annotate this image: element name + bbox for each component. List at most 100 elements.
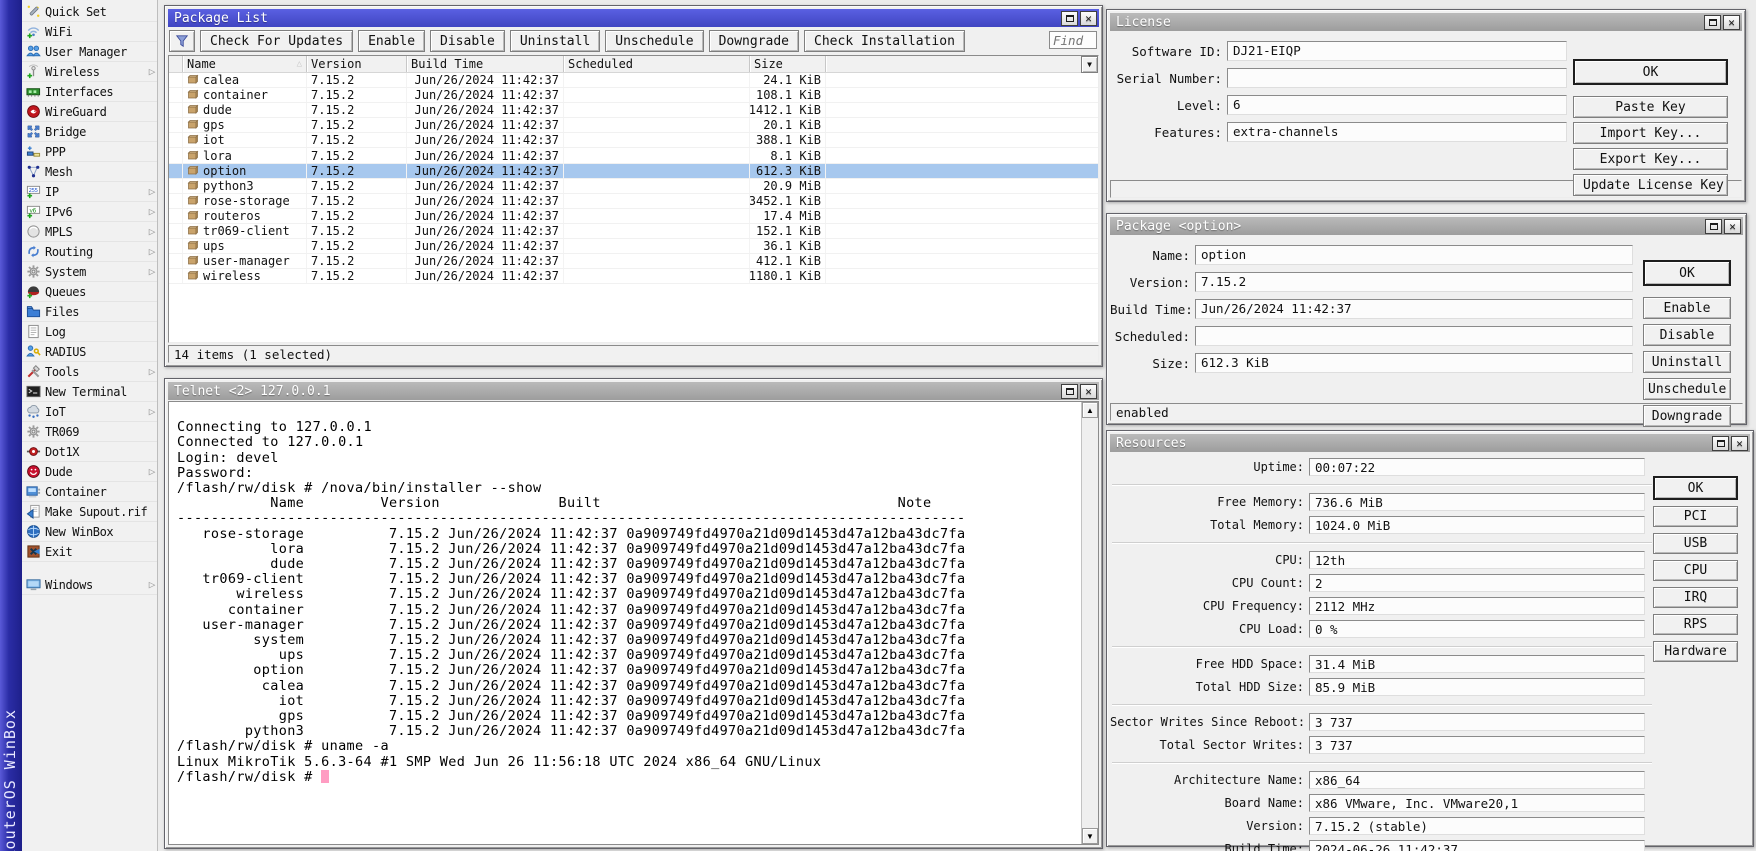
enable-button[interactable]: Enable	[358, 30, 425, 52]
version-field[interactable]: 7.15.2	[1195, 272, 1633, 292]
paste-key-button[interactable]: Paste Key	[1573, 96, 1728, 118]
unschedule-button[interactable]: Unschedule	[1643, 378, 1731, 400]
scroll-up-button[interactable]: ▲	[1082, 402, 1098, 418]
total-hdd-size-field[interactable]: 85.9 MiB	[1309, 678, 1645, 696]
cpu-button[interactable]: CPU	[1653, 560, 1738, 581]
irq-button[interactable]: IRQ	[1653, 587, 1738, 608]
terminal-output[interactable]: Connecting to 127.0.0.1 Connected to 127…	[169, 402, 1081, 844]
maximize-button[interactable]	[1061, 11, 1078, 26]
table-row[interactable]: routeros7.15.2Jun/26/2024 11:42:3717.4 M…	[169, 209, 1098, 224]
column-header-scheduled[interactable]: Scheduled	[564, 56, 750, 72]
sidebar-item-mpls[interactable]: MPLS▷	[22, 222, 157, 242]
sidebar-item-exit[interactable]: Exit	[22, 542, 157, 562]
sidebar-item-routing[interactable]: Routing▷	[22, 242, 157, 262]
table-row[interactable]: calea7.15.2Jun/26/2024 11:42:3724.1 KiB	[169, 73, 1098, 88]
sidebar-item-radius[interactable]: RADIUS	[22, 342, 157, 362]
version-field[interactable]: 7.15.2 (stable)	[1309, 817, 1645, 835]
maximize-button[interactable]	[1704, 15, 1721, 30]
build-time-field[interactable]: Jun/26/2024 11:42:37	[1195, 299, 1633, 319]
free-hdd-space-field[interactable]: 31.4 MiB	[1309, 655, 1645, 673]
level-field[interactable]: 6	[1227, 95, 1567, 115]
scheduled-field[interactable]	[1195, 326, 1633, 346]
sidebar-item-new-winbox[interactable]: New WinBox	[22, 522, 157, 542]
ok-button[interactable]: OK	[1573, 59, 1728, 85]
import-key-button[interactable]: Import Key...	[1573, 122, 1728, 144]
uptime-field[interactable]: 00:07:22	[1309, 458, 1645, 476]
table-row[interactable]: rose-storage7.15.2Jun/26/2024 11:42:3734…	[169, 194, 1098, 209]
hardware-button[interactable]: Hardware	[1653, 641, 1738, 662]
table-row[interactable]: tr069-client7.15.2Jun/26/2024 11:42:3715…	[169, 224, 1098, 239]
column-header-version[interactable]: Version	[307, 56, 407, 72]
column-header-size[interactable]: Size	[750, 56, 826, 72]
total-memory-field[interactable]: 1024.0 MiB	[1309, 516, 1645, 534]
architecture-name-field[interactable]: x86_64	[1309, 771, 1645, 789]
unschedule-button[interactable]: Unschedule	[605, 30, 703, 52]
update-license-key-button[interactable]: Update License Key	[1573, 174, 1728, 196]
sidebar-item-ip[interactable]: 255IP▷	[22, 182, 157, 202]
maximize-button[interactable]	[1705, 219, 1722, 234]
sector-writes-since-reboot-field[interactable]: 3 737	[1309, 713, 1645, 731]
uninstall-button[interactable]: Uninstall	[510, 30, 600, 52]
export-key-button[interactable]: Export Key...	[1573, 148, 1728, 170]
downgrade-button[interactable]: Downgrade	[1643, 405, 1731, 427]
sidebar-item-quick-set[interactable]: Quick Set	[22, 2, 157, 22]
sidebar-item-wireless[interactable]: Wireless▷	[22, 62, 157, 82]
column-header-build-time[interactable]: Build Time	[407, 56, 564, 72]
close-button[interactable]: ✕	[1731, 436, 1748, 451]
maximize-button[interactable]	[1712, 436, 1729, 451]
uninstall-button[interactable]: Uninstall	[1643, 351, 1731, 373]
usb-button[interactable]: USB	[1653, 533, 1738, 554]
check-installation-button[interactable]: Check Installation	[804, 30, 965, 52]
table-row[interactable]: ups7.15.2Jun/26/2024 11:42:3736.1 KiB	[169, 239, 1098, 254]
terminal-scrollbar[interactable]: ▲ ▼	[1081, 402, 1098, 844]
serial-number-field[interactable]	[1227, 68, 1567, 88]
ok-button[interactable]: OK	[1653, 476, 1738, 500]
close-button[interactable]: ✕	[1080, 384, 1097, 399]
table-row[interactable]: container7.15.2Jun/26/2024 11:42:37108.1…	[169, 88, 1098, 103]
total-sector-writes-field[interactable]: 3 737	[1309, 736, 1645, 754]
disable-button[interactable]: Disable	[1643, 324, 1731, 346]
maximize-button[interactable]	[1061, 384, 1078, 399]
sidebar-item-new-terminal[interactable]: New Terminal	[22, 382, 157, 402]
sidebar-item-wireguard[interactable]: WireGuard	[22, 102, 157, 122]
sidebar-item-ppp[interactable]: PPP	[22, 142, 157, 162]
size-field[interactable]: 612.3 KiB	[1195, 353, 1633, 373]
sidebar-item-make-supout-rif[interactable]: Make Supout.rif	[22, 502, 157, 522]
sidebar-item-user-manager[interactable]: User Manager	[22, 42, 157, 62]
sidebar-item-interfaces[interactable]: Interfaces	[22, 82, 157, 102]
column-dropdown-button[interactable]: ▼	[1081, 56, 1098, 73]
column-header-name[interactable]: Name△	[183, 56, 307, 72]
scroll-down-button[interactable]: ▼	[1082, 828, 1098, 844]
sidebar-item-bridge[interactable]: Bridge	[22, 122, 157, 142]
table-row[interactable]: user-manager7.15.2Jun/26/2024 11:42:3741…	[169, 254, 1098, 269]
sidebar-item-windows[interactable]: Windows▷	[22, 575, 157, 595]
sidebar-item-log[interactable]: Log	[22, 322, 157, 342]
find-input[interactable]	[1049, 31, 1097, 49]
sidebar-item-queues[interactable]: Queues	[22, 282, 157, 302]
features-field[interactable]: extra-channels	[1227, 122, 1567, 142]
table-row[interactable]: iot7.15.2Jun/26/2024 11:42:37388.1 KiB	[169, 133, 1098, 148]
sidebar-item-dude[interactable]: Dude▷	[22, 462, 157, 482]
board-name-field[interactable]: x86 VMware, Inc. VMware20,1	[1309, 794, 1645, 812]
sidebar-item-system[interactable]: System▷	[22, 262, 157, 282]
cpu-count-field[interactable]: 2	[1309, 574, 1645, 592]
ok-button[interactable]: OK	[1643, 260, 1731, 286]
cpu-load-field[interactable]: 0 %	[1309, 620, 1645, 638]
table-row[interactable]: python37.15.2Jun/26/2024 11:42:3720.9 Mi…	[169, 179, 1098, 194]
sidebar-item-container[interactable]: Container	[22, 482, 157, 502]
table-row[interactable]: gps7.15.2Jun/26/2024 11:42:3720.1 KiB	[169, 118, 1098, 133]
filter-button[interactable]	[169, 30, 195, 52]
sidebar-item-tr069[interactable]: TR069	[22, 422, 157, 442]
close-button[interactable]: ✕	[1724, 219, 1741, 234]
table-row[interactable]: wireless7.15.2Jun/26/2024 11:42:371180.1…	[169, 269, 1098, 284]
sidebar-item-tools[interactable]: Tools▷	[22, 362, 157, 382]
table-row[interactable]: dude7.15.2Jun/26/2024 11:42:371412.1 KiB	[169, 103, 1098, 118]
close-button[interactable]: ✕	[1723, 15, 1740, 30]
free-memory-field[interactable]: 736.6 MiB	[1309, 493, 1645, 511]
sidebar-item-wifi[interactable]: WiFi	[22, 22, 157, 42]
check-for-updates-button[interactable]: Check For Updates	[200, 30, 353, 52]
cpu-field[interactable]: 12th	[1309, 551, 1645, 569]
rps-button[interactable]: RPS	[1653, 614, 1738, 635]
pci-button[interactable]: PCI	[1653, 506, 1738, 527]
sidebar-item-iot[interactable]: IoT▷	[22, 402, 157, 422]
